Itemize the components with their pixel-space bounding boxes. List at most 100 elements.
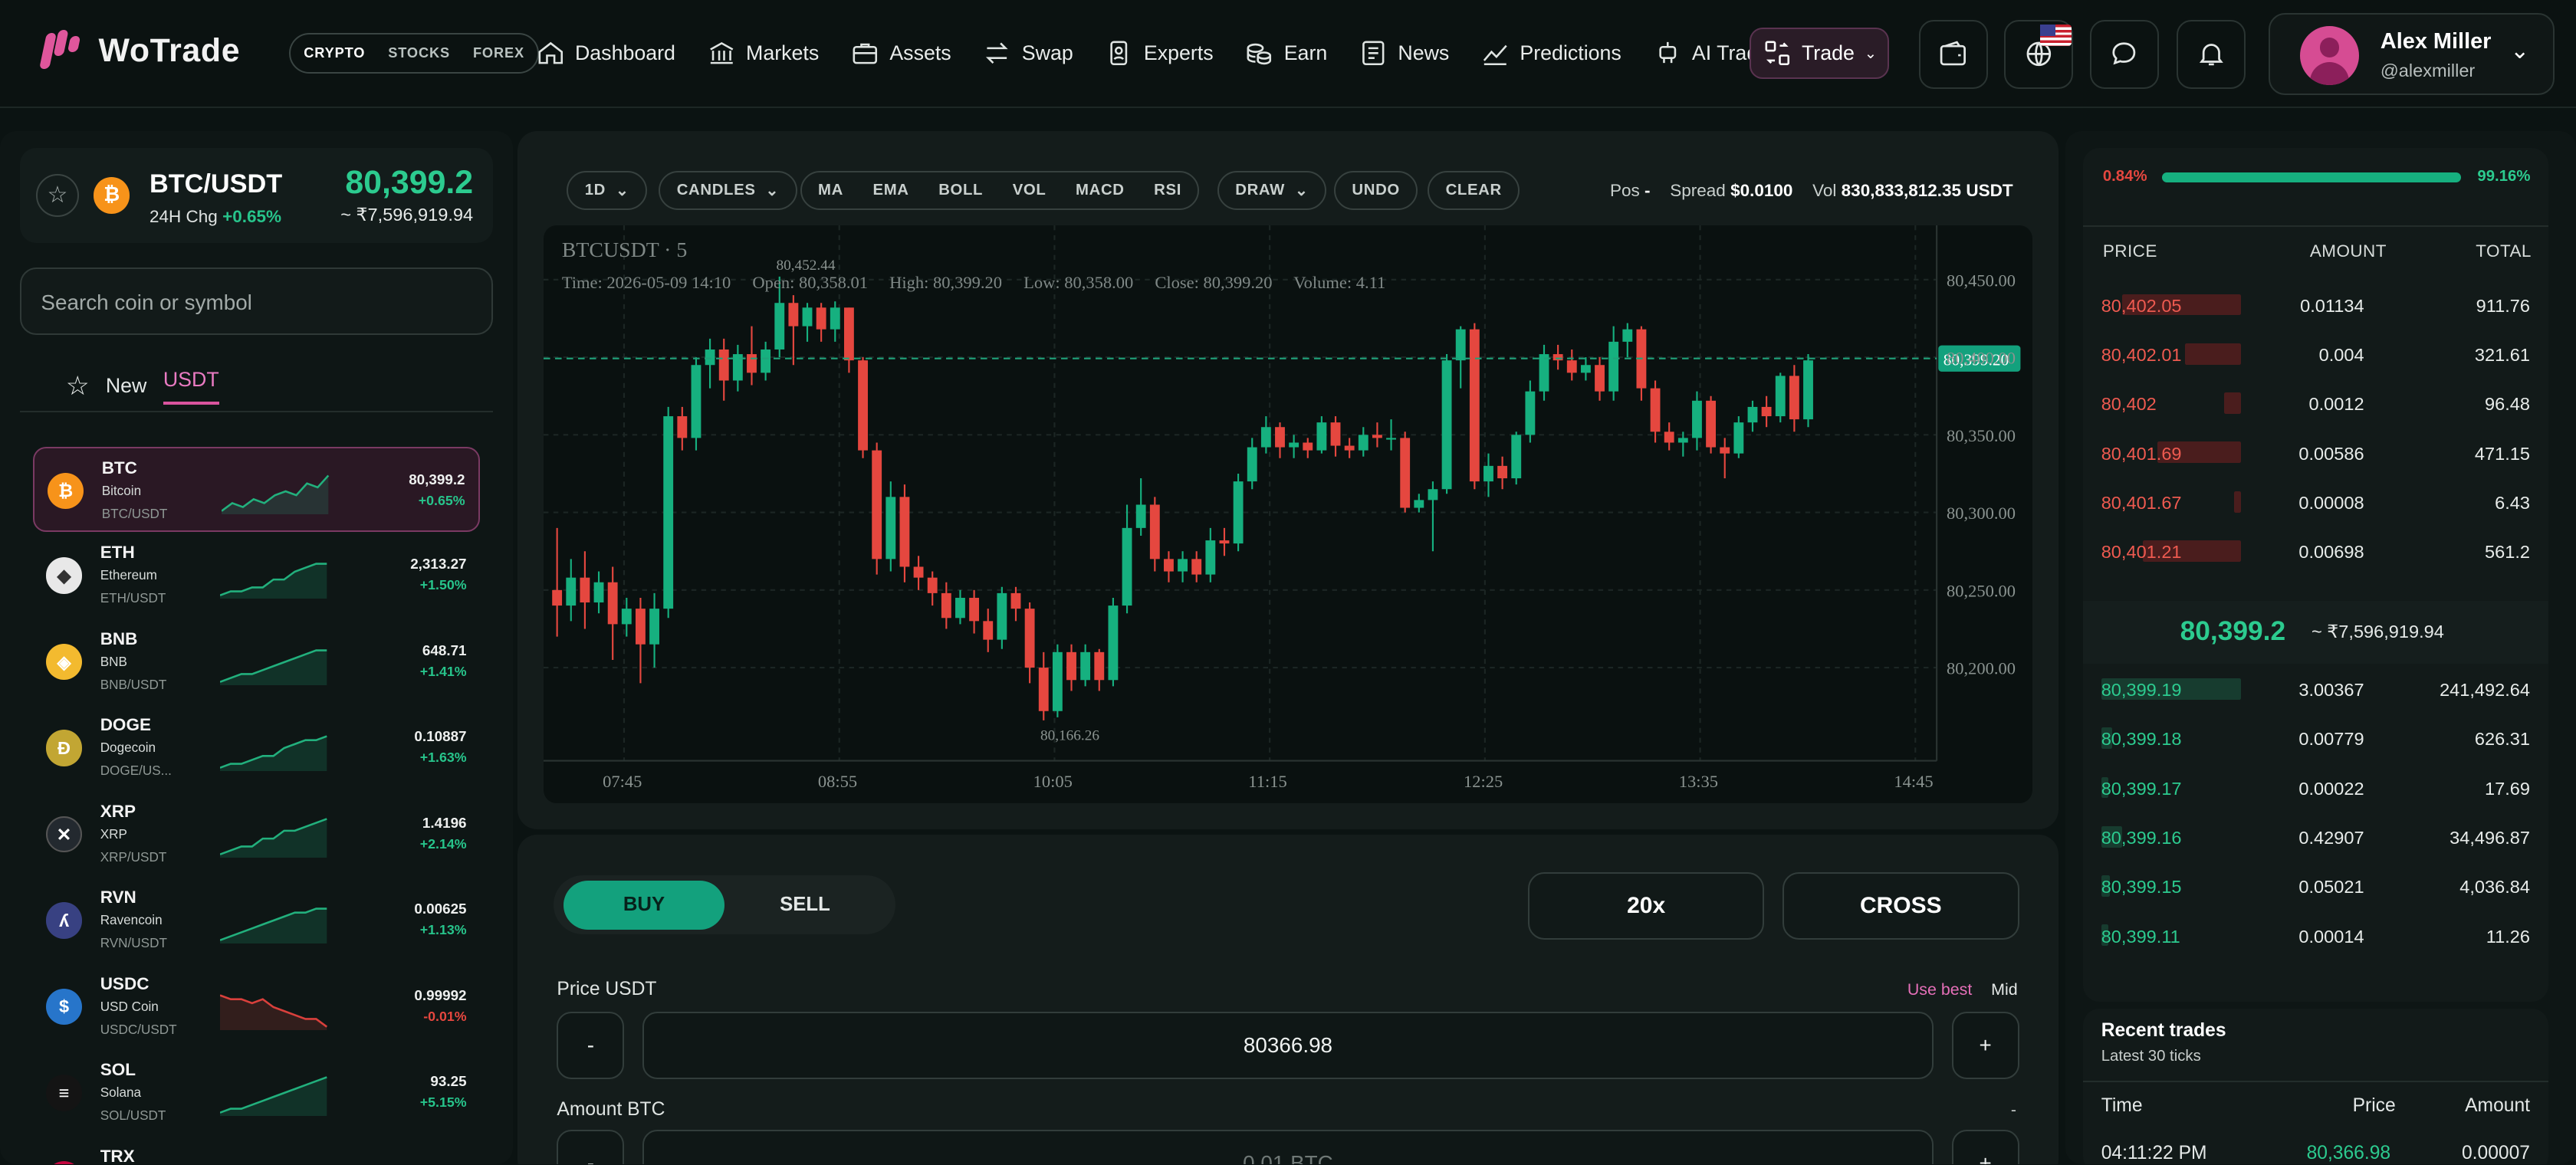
ask-row[interactable]: 80,402.05 0.01134 911.76 <box>2083 281 2548 330</box>
use-best-link[interactable]: Use best <box>1907 980 1972 999</box>
nav-earn[interactable]: Earn <box>1244 33 1327 74</box>
nav-predictions[interactable]: Predictions <box>1480 33 1622 74</box>
bid-row[interactable]: 80,399.17 0.00022 17.69 <box>2083 763 2548 812</box>
chat-button[interactable] <box>2089 19 2159 89</box>
nav-news[interactable]: News <box>1359 33 1449 74</box>
indicator-ema[interactable]: EMA <box>872 182 909 199</box>
sparkline <box>220 1076 327 1117</box>
trade-price: 80,366.98 <box>2306 1143 2391 1164</box>
amount-increment-button[interactable]: + <box>1951 1130 2019 1165</box>
bid-row[interactable]: 80,399.15 0.05021 4,036.84 <box>2083 862 2548 911</box>
coin-row-bnb[interactable]: ◈ BNB BNB BNB/USDT 648.71 +1.41% <box>33 619 480 704</box>
candle-body <box>1359 434 1368 451</box>
bid-row[interactable]: 80,399.18 0.00779 626.31 <box>2083 714 2548 763</box>
trade-menu-button[interactable]: Trade ⌄ <box>1750 28 1890 79</box>
market-tab-forex[interactable]: FOREX <box>473 45 524 61</box>
chart-canvas[interactable]: 80,399.2080,450.0080,400.0080,350.0080,3… <box>544 225 2032 803</box>
nav-dashboard[interactable]: Dashboard <box>536 33 675 74</box>
order-amount: 0.00698 <box>2298 542 2364 563</box>
draw-tools-select[interactable]: DRAW ⌄ <box>1217 170 1326 211</box>
coin-name: Ravencoin <box>100 912 163 928</box>
x-tick-label: 11:15 <box>1249 771 1287 790</box>
coin-row-xrp[interactable]: ✕ XRP XRP XRP/USDT 1.4196 +2.14% <box>33 792 480 877</box>
ask-row[interactable]: 80,402 0.0012 96.48 <box>2083 379 2548 428</box>
coin-change: +1.13% <box>419 922 467 938</box>
swap-arrows-icon <box>986 42 1008 64</box>
coin-symbol: BTC <box>101 458 137 477</box>
indicator-boll[interactable]: BOLL <box>938 182 983 199</box>
order-amount: 0.00022 <box>2298 778 2364 799</box>
search-input[interactable]: Search coin or symbol <box>19 267 493 336</box>
mid-price-inr: ~ ₹7,596,919.94 <box>2312 622 2444 642</box>
indicator-macd[interactable]: MACD <box>1076 182 1125 199</box>
btc-coin-icon: ₿ <box>47 472 84 510</box>
wallet-button[interactable] <box>1918 19 1988 89</box>
order-price: 80,399.15 <box>2101 877 2182 898</box>
market-tab-crypto[interactable]: CRYPTO <box>304 45 365 61</box>
language-button[interactable] <box>2004 19 2074 89</box>
buy-tab[interactable]: BUY <box>564 880 724 930</box>
favorites-tab-star-icon[interactable]: ☆ <box>66 371 90 402</box>
coin-row-trx[interactable]: ▲ TRX <box>33 1137 480 1165</box>
candle-body <box>1010 592 1021 609</box>
candlestick-chart[interactable]: 80,399.20 80,450.00 80,400.00 80,350.00 80,3… <box>544 225 2032 803</box>
indicator-rsi[interactable]: RSI <box>1154 182 1181 199</box>
bid-row[interactable]: 80,399.11 0.00014 11.26 <box>2083 911 2548 960</box>
coin-name: BNB <box>100 653 127 669</box>
brand-logo[interactable]: WoTrade <box>38 29 240 73</box>
tab-new[interactable]: New <box>106 374 147 398</box>
sell-tab[interactable]: SELL <box>724 881 886 930</box>
amount-input[interactable]: 0.01 BTC <box>642 1130 1934 1165</box>
price-decrement-button[interactable]: - <box>557 1012 625 1079</box>
bank-icon <box>709 42 733 64</box>
xrp-coin-icon: ✕ <box>45 816 83 853</box>
clear-button[interactable]: CLEAR <box>1428 170 1520 211</box>
coin-row-rvn[interactable]: ʎ RVN Ravencoin RVN/USDT 0.00625 +1.13% <box>33 878 480 963</box>
coin-row-usdc[interactable]: $ USDC USD Coin USDC/USDT 0.99992 -0.01% <box>33 964 480 1049</box>
leverage-button[interactable]: 20x <box>1527 871 1765 940</box>
coin-row-eth[interactable]: ◆ ETH Ethereum ETH/USDT 2,313.27 +1.50% <box>33 533 480 618</box>
candle-body <box>1080 651 1091 680</box>
amount-decrement-button[interactable]: - <box>557 1130 625 1165</box>
orderbook-header-amount: AMOUNT <box>2309 241 2387 261</box>
coin-row-doge[interactable]: Ð DOGE Dogecoin DOGE/US... 0.10887 +1.63% <box>33 705 480 790</box>
candle-body <box>1747 406 1758 422</box>
undo-button[interactable]: UNDO <box>1334 170 1418 211</box>
ask-row[interactable]: 80,401.69 0.00586 471.15 <box>2083 428 2548 477</box>
ask-row[interactable]: 80,402.01 0.004 321.61 <box>2083 330 2548 379</box>
market-switcher[interactable]: CRYPTO STOCKS FOREX <box>289 32 540 74</box>
nav-markets[interactable]: Markets <box>707 33 819 74</box>
bid-row[interactable]: 80,399.16 0.42907 34,496.87 <box>2083 813 2548 862</box>
coin-name: USD Coin <box>100 998 159 1014</box>
favorite-star-button[interactable]: ☆ <box>36 174 79 217</box>
market-tab-stocks[interactable]: STOCKS <box>388 45 450 61</box>
ask-row[interactable]: 80,401.21 0.00698 561.2 <box>2083 527 2548 576</box>
chevron-down-icon: ⌄ <box>615 182 629 200</box>
coin-row-btc[interactable]: ₿ BTC Bitcoin BTC/USDT 80,399.2 +0.65% <box>32 446 480 533</box>
indicator-ma[interactable]: MA <box>818 182 843 199</box>
nav-experts[interactable]: Experts <box>1104 33 1214 74</box>
trades-header-amount: Amount <box>2465 1095 2530 1117</box>
chart-type-select[interactable]: CANDLES ⌄ <box>659 170 797 211</box>
order-total: 34,496.87 <box>2450 827 2530 848</box>
tab-usdt[interactable]: USDT <box>163 368 219 405</box>
candle-body <box>1595 364 1605 392</box>
price-input[interactable]: 80366.98 <box>642 1012 1934 1079</box>
coin-row-sol[interactable]: ≡ SOL Solana SOL/USDT 93.25 +5.15% <box>33 1050 480 1135</box>
nav-assets[interactable]: Assets <box>850 33 951 74</box>
interval-select[interactable]: 1D ⌄ <box>567 170 647 211</box>
notifications-button[interactable] <box>2177 19 2246 89</box>
order-amount: 0.05021 <box>2298 877 2364 898</box>
indicator-vol[interactable]: VOL <box>1013 182 1046 199</box>
y-tick-label: 80,300.00 <box>1947 504 2016 523</box>
price-increment-button[interactable]: + <box>1951 1012 2019 1079</box>
high-annotation: 80,452.44 <box>777 258 836 274</box>
margin-mode-button[interactable]: CROSS <box>1783 871 2019 940</box>
bid-row[interactable]: 80,399.19 3.00367 241,492.64 <box>2083 665 2548 714</box>
order-amount: 0.00014 <box>2298 926 2364 947</box>
nav-swap[interactable]: Swap <box>982 33 1073 74</box>
user-menu[interactable]: Alex Miller @alexmiller ⌄ <box>2269 13 2555 96</box>
trend-chart-icon <box>1483 45 1507 66</box>
mid-link[interactable]: Mid <box>1991 980 2018 999</box>
ask-row[interactable]: 80,401.67 0.00008 6.43 <box>2083 478 2548 527</box>
